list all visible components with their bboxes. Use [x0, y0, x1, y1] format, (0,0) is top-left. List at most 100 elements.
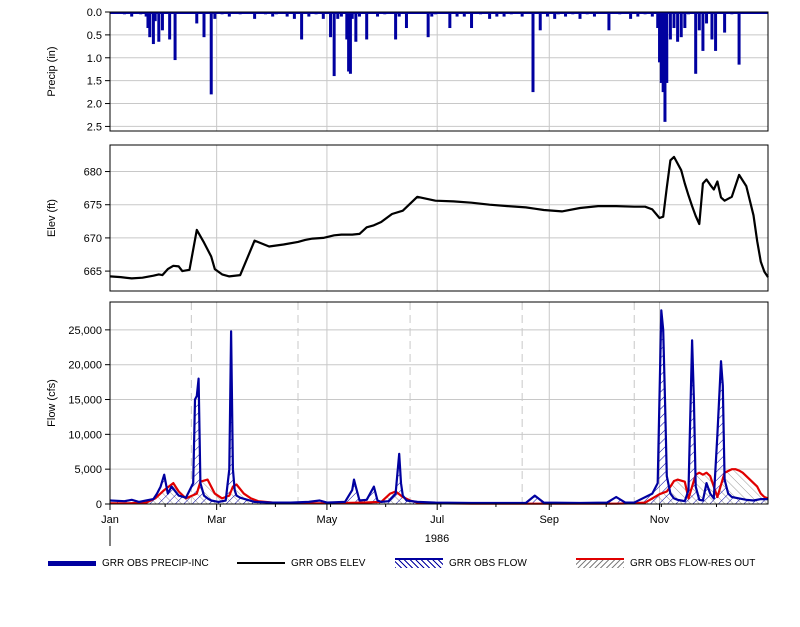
precip-bar — [292, 12, 296, 19]
precip-bar — [636, 12, 640, 17]
flow-ytick-label: 10,000 — [68, 429, 102, 441]
precip-bar — [564, 12, 568, 17]
x-tick-label: Mar — [207, 514, 226, 526]
flow-area — [110, 310, 768, 504]
legend-label-elev: GRR OBS ELEV — [291, 557, 366, 569]
precip-bar — [553, 12, 557, 19]
precip-bar — [488, 12, 492, 19]
precip-bar — [502, 12, 506, 17]
precip-bar — [705, 12, 709, 24]
precip-bar — [668, 12, 672, 40]
precip-bar — [470, 12, 474, 29]
flow-panel: 0 5,000 10,000 15,000 20,000 25,000 Flow (cfs)… — [46, 301, 769, 546]
precip-bar — [714, 12, 718, 51]
precip-bar — [545, 12, 549, 17]
legend-item-res-out: GRR OBS FLOW-RES OUT — [576, 555, 755, 571]
precip-bar — [202, 12, 206, 38]
precip-ytick-label: 2.5 — [87, 121, 102, 133]
precip-bar — [307, 12, 311, 17]
precip-ytick-label: 1.0 — [87, 53, 102, 65]
precip-bar — [168, 12, 172, 40]
flow-ytick-label: 15,000 — [68, 395, 102, 407]
precip-bar — [285, 12, 289, 17]
precip-bar — [173, 12, 177, 61]
precip-bar — [329, 12, 333, 38]
legend-item-precip: GRR OBS PRECIP-INC — [48, 555, 209, 571]
precip-bar — [397, 12, 401, 17]
precip-bar — [592, 12, 596, 17]
x-tick-label: May — [317, 514, 338, 526]
precip-bar — [321, 12, 325, 19]
precip-bar — [723, 12, 727, 33]
legend-swatch-precip — [48, 560, 96, 566]
elevation-line — [109, 155, 769, 280]
precip-ytick-label: 2.0 — [87, 99, 102, 111]
elev-ylabel: Elev (ft) — [46, 199, 58, 237]
precip-bar — [404, 12, 408, 29]
x-axis-year-label: 1986 — [425, 533, 449, 545]
precip-bar — [672, 12, 676, 29]
chart-canvas: 0.00.51.01.52.02.5Precip (in) 6656706756… — [46, 7, 769, 546]
precip-bar — [578, 12, 582, 19]
flow-border — [109, 301, 769, 505]
precip-bar — [157, 12, 161, 42]
flow-ytick-label: 20,000 — [68, 360, 102, 372]
precip-bar — [455, 12, 459, 17]
precip-bar — [538, 12, 542, 31]
x-tick-label: Nov — [650, 514, 670, 526]
precip-bar — [676, 12, 680, 42]
elev-ytick-label: 680 — [84, 167, 102, 179]
precip-bar — [354, 12, 358, 42]
elev-ytick-label: 670 — [84, 233, 102, 245]
legend-swatch-flow — [395, 558, 443, 568]
x-tick-label: Sep — [539, 514, 559, 526]
x-tick-label: Jul — [430, 514, 444, 526]
legend-swatch-elev — [237, 562, 285, 564]
precip-bar — [213, 12, 217, 19]
precip-bar — [339, 12, 343, 17]
precip-panel: 0.0 0.5 1.0 1.5 2.0 2.5 Precip (in) — [46, 7, 769, 133]
precip-bar — [300, 12, 304, 40]
precip-bar — [495, 12, 499, 17]
flow-ytick-label: 5,000 — [74, 464, 102, 476]
precip-bar — [531, 12, 535, 93]
legend-item-elev: GRR OBS ELEV — [237, 555, 365, 571]
precip-bar — [430, 12, 434, 17]
precip-bar — [683, 12, 687, 29]
precip-bar — [697, 12, 701, 31]
precip-ytick-label: 1.5 — [87, 76, 102, 88]
precip-bar — [332, 12, 336, 77]
flow-ytick-label: 25,000 — [68, 325, 102, 337]
precip-bar — [350, 12, 354, 19]
precip-ylabel: Precip (in) — [46, 46, 58, 96]
precip-ytick-label: 0.5 — [87, 30, 102, 42]
precip-bar — [130, 12, 134, 17]
precip-bar — [462, 12, 466, 17]
elev-ytick-label: 675 — [84, 200, 102, 212]
flow-line — [109, 309, 768, 505]
precip-bar — [710, 12, 714, 40]
flow-ylabel: Flow (cfs) — [46, 379, 58, 427]
precip-bar — [253, 12, 257, 19]
legend-label-flow: GRR OBS FLOW — [449, 557, 527, 569]
legend-label-precip: GRR OBS PRECIP-INC — [102, 557, 209, 569]
precip-bar — [357, 12, 361, 17]
precip-bar — [394, 12, 398, 40]
precip-bar — [629, 12, 633, 19]
precip-bar — [520, 12, 524, 17]
precip-ytick-label: 0.0 — [87, 7, 102, 19]
chart-window: 0.0 0.5 1.0 1.5 2.0 2.5 Precip (in) 665 670 675 6… — [0, 0, 800, 627]
precip-bar — [650, 12, 654, 17]
precip-bar — [271, 12, 275, 17]
precip-bar — [148, 12, 152, 38]
precip-bar — [153, 12, 157, 22]
legend-item-flow: GRR OBS FLOW — [395, 555, 527, 571]
precip-bar — [376, 12, 380, 17]
precip-bar — [694, 12, 698, 74]
precip-bar — [448, 12, 452, 29]
precip-bar — [665, 12, 669, 83]
x-tick-label: Jan — [101, 514, 119, 526]
precip-bar — [195, 12, 199, 24]
legend-label-res-out: GRR OBS FLOW-RES OUT — [630, 557, 756, 569]
precip-bar — [607, 12, 611, 31]
